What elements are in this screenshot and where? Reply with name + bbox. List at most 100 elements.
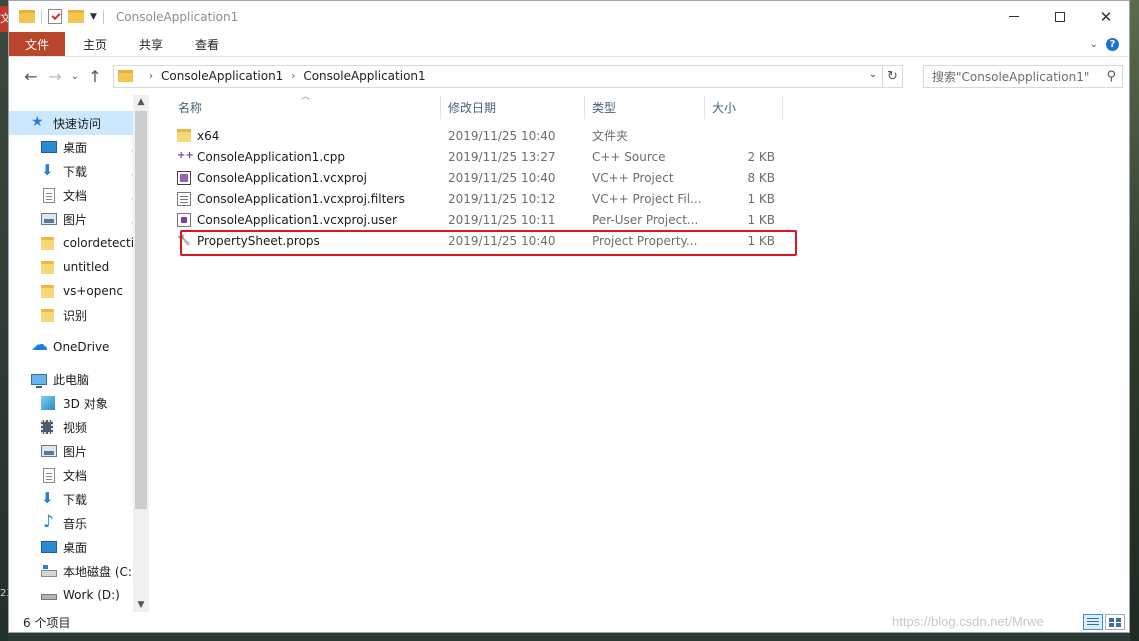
chevron-down-icon[interactable]: ⌄ xyxy=(866,69,880,80)
file-rows: x64 2019/11/25 10:40 文件夹 ConsoleApplicat… xyxy=(149,125,1129,251)
file-date: 2019/11/25 10:40 xyxy=(448,170,556,185)
nav-item-pc-desktop[interactable]: 桌面 xyxy=(9,535,149,559)
chevron-right-icon[interactable]: › xyxy=(149,71,153,82)
nav-item-3d-objects[interactable]: 3D 对象 xyxy=(9,391,149,415)
nav-item-pictures[interactable]: 图片 📌 xyxy=(9,207,149,231)
nav-item-recognition[interactable]: 识别 xyxy=(9,303,149,327)
chevron-right-icon[interactable]: › xyxy=(291,71,295,82)
file-type: Project Property... xyxy=(592,233,698,248)
file-type: VC++ Project Fil... xyxy=(592,191,702,206)
path-input[interactable]: › ConsoleApplication1 › ConsoleApplicati… xyxy=(113,64,883,88)
nav-item-quick-access[interactable]: 快速访问 xyxy=(9,111,149,135)
arrow-up-icon: ↑ xyxy=(88,66,102,86)
search-input[interactable]: 搜索"ConsoleApplication1" ⚲ xyxy=(923,64,1123,88)
refresh-button[interactable]: ↻ xyxy=(883,64,903,88)
tab-home[interactable]: 主页 xyxy=(69,32,121,56)
nav-item-desktop[interactable]: 桌面 📌 xyxy=(9,135,149,159)
new-folder-icon[interactable] xyxy=(68,10,84,23)
maximize-button[interactable] xyxy=(1037,1,1083,32)
nav-item-pc-downloads[interactable]: 下载 xyxy=(9,487,149,511)
file-row[interactable]: ConsoleApplication1.cpp 2019/11/25 13:27… xyxy=(149,146,1129,167)
close-button[interactable]: ✕ xyxy=(1083,1,1129,32)
recent-locations-button[interactable]: ⌄ xyxy=(67,71,83,82)
nav-item-untitled[interactable]: untitled xyxy=(9,255,149,279)
forward-button[interactable]: → xyxy=(43,67,67,86)
details-view-button[interactable] xyxy=(1083,614,1103,630)
file-row[interactable]: ConsoleApplication1.vcxproj 2019/11/25 1… xyxy=(149,167,1129,188)
file-name: ConsoleApplication1.vcxproj xyxy=(197,170,367,185)
customize-toolbar-chevron-icon[interactable]: ▼ xyxy=(90,12,97,22)
file-name: ConsoleApplication1.vcxproj.filters xyxy=(197,191,405,206)
minimize-button[interactable] xyxy=(991,1,1037,32)
help-icon[interactable]: ? xyxy=(1106,37,1119,51)
folder-icon xyxy=(41,284,54,298)
column-header-type[interactable]: 类型 xyxy=(585,95,705,119)
background-number: 23 xyxy=(0,588,8,599)
nav-item-label: 3D 对象 xyxy=(63,396,108,411)
file-type: Per-User Project... xyxy=(592,212,699,227)
up-button[interactable]: ↑ xyxy=(83,67,107,86)
file-date: 2019/11/25 10:40 xyxy=(448,128,556,143)
nav-item-colordetection[interactable]: colordetection xyxy=(9,231,149,255)
tab-share[interactable]: 共享 xyxy=(125,32,177,56)
file-row[interactable]: ConsoleApplication1.vcxproj.filters 2019… xyxy=(149,188,1129,209)
nav-item-label: 音乐 xyxy=(63,516,88,531)
folder-icon xyxy=(41,260,54,274)
breadcrumb-item[interactable]: ConsoleApplication1 xyxy=(303,69,425,83)
nav-item-vs-openc[interactable]: vs+openc xyxy=(9,279,149,303)
nav-item-music[interactable]: 音乐 xyxy=(9,511,149,535)
nav-item-local-disk-c[interactable]: 本地磁盘 (C:) xyxy=(9,559,149,583)
nav-item-this-pc[interactable]: 此电脑 xyxy=(9,367,149,391)
search-icon[interactable]: ⚲ xyxy=(1106,69,1116,84)
column-header-size[interactable]: 大小 xyxy=(705,95,783,119)
nav-item-videos[interactable]: 视频 xyxy=(9,415,149,439)
file-type: VC++ Project xyxy=(592,170,674,185)
file-size: 1 KB xyxy=(747,191,775,206)
nav-scrollbar[interactable]: ▲ ▼ xyxy=(133,95,149,612)
filters-file-icon xyxy=(177,191,191,206)
nav-item-label: 桌面 xyxy=(63,140,88,155)
download-icon xyxy=(41,161,57,179)
back-button[interactable]: ← xyxy=(19,67,43,86)
breadcrumb-item[interactable]: ConsoleApplication1 xyxy=(161,69,283,83)
tab-file[interactable]: 文件 xyxy=(9,32,65,56)
nav-item-downloads[interactable]: 下载 📌 xyxy=(9,159,149,183)
properties-icon[interactable] xyxy=(48,9,62,24)
nav-item-label: vs+openc xyxy=(63,284,123,298)
nav-item-label: 视频 xyxy=(63,420,88,435)
column-header-date[interactable]: 修改日期 xyxy=(441,95,585,119)
file-name-cell: ConsoleApplication1.vcxproj.filters xyxy=(171,191,441,206)
nav-item-pc-pictures[interactable]: 图片 xyxy=(9,439,149,463)
file-name: ConsoleApplication1.cpp xyxy=(197,149,345,164)
address-bar: ← → ⌄ ↑ › ConsoleApplication1 › ConsoleA… xyxy=(9,57,1129,95)
file-type: C++ Source xyxy=(592,149,666,164)
tab-view[interactable]: 查看 xyxy=(181,32,233,56)
explorer-content: 快速访问 桌面 📌 下载 📌 文档 📌 xyxy=(9,92,1129,612)
file-row[interactable]: x64 2019/11/25 10:40 文件夹 xyxy=(149,125,1129,146)
nav-item-work-d[interactable]: Work (D:) xyxy=(9,583,149,607)
scrollbar-thumb[interactable] xyxy=(135,111,147,509)
nav-item-documents[interactable]: 文档 📌 xyxy=(9,183,149,207)
chevron-down-icon: ⌄ xyxy=(70,70,80,82)
folder-icon[interactable] xyxy=(19,10,35,23)
background-window-tab: 文 xyxy=(0,6,8,32)
nav-item-label: 识别 xyxy=(63,308,88,323)
nav-item-label: OneDrive xyxy=(53,340,110,354)
item-count: 6 个项目 xyxy=(23,615,71,630)
scroll-up-icon[interactable]: ▲ xyxy=(133,97,149,107)
nav-item-pc-documents[interactable]: 文档 xyxy=(9,463,149,487)
nav-item-label: 桌面 xyxy=(63,540,88,555)
scroll-down-icon[interactable]: ▼ xyxy=(133,600,149,610)
expand-ribbon-chevron-icon[interactable]: ⌄ xyxy=(1090,39,1098,50)
file-row[interactable]: ConsoleApplication1.vcxproj.user 2019/11… xyxy=(149,209,1129,230)
music-icon xyxy=(41,512,57,532)
file-row[interactable]: PropertySheet.props 2019/11/25 10:40 Pro… xyxy=(149,230,1129,251)
file-explorer-window: ▼ ConsoleApplication1 ✕ 文件 主页 共享 查看 ⌄ ? … xyxy=(8,0,1130,633)
nav-item-label: 本地磁盘 (C:) xyxy=(63,564,137,579)
desktop-icon xyxy=(41,141,57,153)
nav-item-label: 下载 xyxy=(63,492,88,507)
large-icons-view-button[interactable] xyxy=(1105,614,1125,630)
nav-item-onedrive[interactable]: OneDrive xyxy=(9,335,149,359)
nav-item-label: untitled xyxy=(63,260,110,274)
